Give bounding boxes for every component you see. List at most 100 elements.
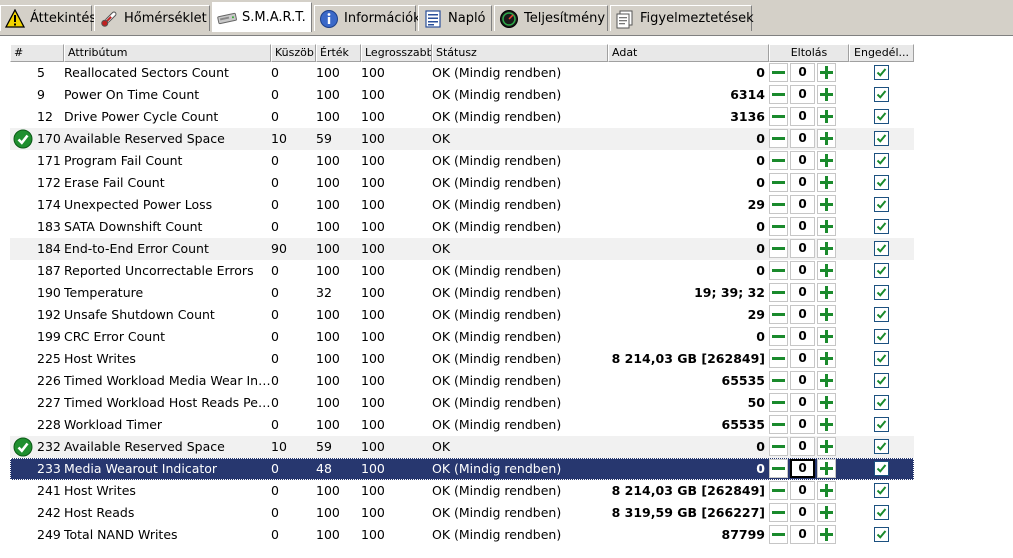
enabled-checkbox[interactable] <box>874 153 889 168</box>
offset-decrease-button[interactable] <box>769 283 788 302</box>
table-row[interactable]: 226 Timed Workload Media Wear Ind... 0 100 1… <box>10 370 914 392</box>
offset-decrease-button[interactable] <box>769 349 788 368</box>
table-row[interactable]: 172 Erase Fail Count 0 100 100 OK (Mindig ren… <box>10 172 914 194</box>
enabled-checkbox[interactable] <box>874 417 889 432</box>
offset-input[interactable]: 0 <box>790 481 815 500</box>
table-row[interactable]: 174 Unexpected Power Loss 0 100 100 OK (Mindi… <box>10 194 914 216</box>
enabled-checkbox[interactable] <box>874 439 889 454</box>
table-row[interactable]: 12 Drive Power Cycle Count 0 100 100 OK (Mind… <box>10 106 914 128</box>
table-row[interactable]: 171 Program Fail Count 0 100 100 OK (Mindig r… <box>10 150 914 172</box>
offset-decrease-button[interactable] <box>769 503 788 522</box>
tab-information[interactable]: Információk <box>314 5 421 31</box>
offset-decrease-button[interactable] <box>769 415 788 434</box>
offset-input[interactable]: 0 <box>790 195 815 214</box>
offset-decrease-button[interactable] <box>769 217 788 236</box>
offset-decrease-button[interactable] <box>769 305 788 324</box>
header-number[interactable]: # <box>10 44 64 62</box>
table-row[interactable]: 184 End-to-End Error Count 90 100 100 OK 0 0 <box>10 238 914 260</box>
enabled-checkbox[interactable] <box>874 329 889 344</box>
offset-increase-button[interactable] <box>817 283 836 302</box>
header-status[interactable]: Státusz <box>432 44 608 62</box>
enabled-checkbox[interactable] <box>874 461 889 476</box>
offset-input[interactable]: 0 <box>790 393 815 412</box>
offset-input[interactable]: 0 <box>790 63 815 82</box>
enabled-checkbox[interactable] <box>874 505 889 520</box>
header-enabled[interactable]: Engedél... <box>849 44 914 62</box>
offset-input[interactable]: 0 <box>790 437 815 456</box>
offset-increase-button[interactable] <box>817 459 836 478</box>
offset-input[interactable]: 0 <box>790 85 815 104</box>
header-attribute[interactable]: Attribútum <box>64 44 271 62</box>
offset-increase-button[interactable] <box>817 261 836 280</box>
table-row[interactable]: 242 Host Reads 0 100 100 OK (Mindig rendben) 8… <box>10 502 914 524</box>
table-row[interactable]: 187 Reported Uncorrectable Errors 0 100 100 O… <box>10 260 914 282</box>
offset-decrease-button[interactable] <box>769 481 788 500</box>
enabled-checkbox[interactable] <box>874 65 889 80</box>
enabled-checkbox[interactable] <box>874 307 889 322</box>
offset-decrease-button[interactable] <box>769 85 788 104</box>
offset-input[interactable]: 0 <box>790 503 815 522</box>
offset-increase-button[interactable] <box>817 327 836 346</box>
offset-decrease-button[interactable] <box>769 525 788 544</box>
offset-increase-button[interactable] <box>817 415 836 434</box>
table-row[interactable]: 192 Unsafe Shutdown Count 0 100 100 OK (Mindi… <box>10 304 914 326</box>
table-row[interactable]: 225 Host Writes 0 100 100 OK (Mindig rendben)… <box>10 348 914 370</box>
offset-decrease-button[interactable] <box>769 393 788 412</box>
table-row[interactable]: 228 Workload Timer 0 100 100 OK (Mindig rendb… <box>10 414 914 436</box>
enabled-checkbox[interactable] <box>874 483 889 498</box>
table-row[interactable]: 170 Available Reserved Space 10 59 100 OK 0 0 <box>10 128 914 150</box>
offset-increase-button[interactable] <box>817 349 836 368</box>
tab-overview[interactable]: Áttekintés <box>0 5 96 31</box>
offset-input[interactable]: 0 <box>790 327 815 346</box>
offset-input[interactable]: 0 <box>790 305 815 324</box>
offset-decrease-button[interactable] <box>769 173 788 192</box>
enabled-checkbox[interactable] <box>874 87 889 102</box>
offset-decrease-button[interactable] <box>769 459 788 478</box>
offset-increase-button[interactable] <box>817 195 836 214</box>
offset-input[interactable]: 0 <box>790 261 815 280</box>
offset-increase-button[interactable] <box>817 217 836 236</box>
offset-input[interactable]: 0 <box>790 173 815 192</box>
enabled-checkbox[interactable] <box>874 395 889 410</box>
offset-decrease-button[interactable] <box>769 371 788 390</box>
offset-decrease-button[interactable] <box>769 63 788 82</box>
offset-input[interactable]: 0 <box>790 239 815 258</box>
header-data[interactable]: Adat <box>608 44 769 62</box>
offset-increase-button[interactable] <box>817 437 836 456</box>
header-value[interactable]: Érték <box>316 44 361 62</box>
offset-input[interactable]: 0 <box>790 283 815 302</box>
table-row[interactable]: 190 Temperature 0 32 100 OK (Mindig rendben) 1… <box>10 282 914 304</box>
enabled-checkbox[interactable] <box>874 351 889 366</box>
enabled-checkbox[interactable] <box>874 285 889 300</box>
tab-temperature[interactable]: Hőmérséklet <box>94 5 210 31</box>
enabled-checkbox[interactable] <box>874 527 889 542</box>
offset-decrease-button[interactable] <box>769 327 788 346</box>
table-row[interactable]: 199 CRC Error Count 0 100 100 OK (Mindig rend… <box>10 326 914 348</box>
table-row[interactable]: 9 Power On Time Count 0 100 100 OK (Mindig re… <box>10 84 914 106</box>
enabled-checkbox[interactable] <box>874 263 889 278</box>
offset-increase-button[interactable] <box>817 371 836 390</box>
offset-input[interactable]: 0 <box>790 129 815 148</box>
offset-increase-button[interactable] <box>817 85 836 104</box>
offset-increase-button[interactable] <box>817 173 836 192</box>
table-row[interactable]: 227 Timed Workload Host Reads Perc... 0 100… <box>10 392 914 414</box>
offset-input[interactable]: 0 <box>790 217 815 236</box>
offset-input[interactable]: 0 <box>790 371 815 390</box>
offset-decrease-button[interactable] <box>769 195 788 214</box>
table-row[interactable]: 241 Host Writes 0 100 100 OK (Mindig rendben)… <box>10 480 914 502</box>
header-worst[interactable]: Legrosszabb <box>361 44 432 62</box>
tab-alerts[interactable]: Figyelmeztetések <box>610 5 754 31</box>
offset-decrease-button[interactable] <box>769 239 788 258</box>
enabled-checkbox[interactable] <box>874 219 889 234</box>
offset-input[interactable]: 0 <box>790 525 815 544</box>
smart-attributes-table[interactable]: # Attribútum Küszöb Érték Legrosszabb St… <box>10 44 1013 558</box>
enabled-checkbox[interactable] <box>874 109 889 124</box>
table-row[interactable]: 183 SATA Downshift Count 0 100 100 OK (Mindig… <box>10 216 914 238</box>
offset-increase-button[interactable] <box>817 393 836 412</box>
offset-increase-button[interactable] <box>817 305 836 324</box>
tab-performance[interactable]: Teljesítmény <box>494 5 608 31</box>
offset-decrease-button[interactable] <box>769 107 788 126</box>
enabled-checkbox[interactable] <box>874 175 889 190</box>
tab-smart[interactable]: S.M.A.R.T. <box>212 2 312 32</box>
offset-increase-button[interactable] <box>817 63 836 82</box>
